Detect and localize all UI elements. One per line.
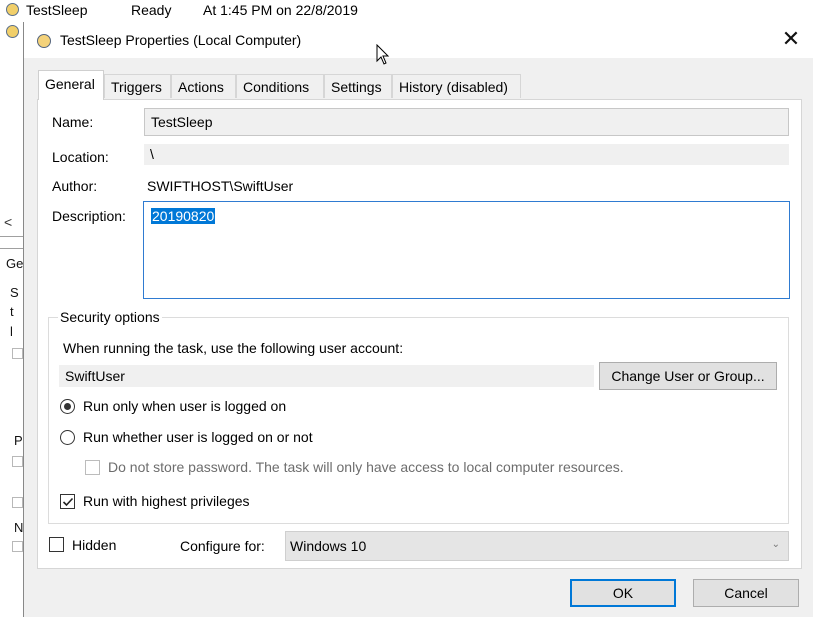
location-label: Location: [52,149,109,165]
chevron-down-icon: ⌄ [771,539,780,550]
clock-icon [37,34,51,48]
tab-conditions[interactable]: Conditions [236,74,324,98]
task-name: TestSleep [26,2,88,18]
clock-icon [6,25,19,38]
tab-actions[interactable]: Actions [171,74,236,98]
background-text: S [10,285,19,300]
radio-whether-logged-on-label[interactable]: Run whether user is logged on or not [83,429,313,445]
configure-for-dropdown[interactable]: Windows 10 ⌄ [285,531,789,561]
task-status: Ready [131,2,172,18]
clock-icon [6,3,19,16]
properties-dialog: TestSleep Properties (Local Computer) ✕ … [23,22,813,617]
location-field[interactable]: \ [144,144,789,165]
radio-selected-dot [64,403,71,410]
highest-privileges-checkbox[interactable] [60,494,75,509]
background-text: N [14,520,24,535]
user-account-field[interactable]: SwiftUser [59,365,594,387]
cancel-button[interactable]: Cancel [693,579,799,607]
author-value[interactable]: SWIFTHOST\SwiftUser [147,178,293,194]
background-checkbox[interactable] [12,348,23,359]
tab-history[interactable]: History (disabled) [392,74,521,98]
name-field[interactable]: TestSleep [144,108,789,136]
background-text: t [10,304,14,319]
title-bar[interactable]: TestSleep Properties (Local Computer) ✕ [24,22,813,58]
tab-triggers[interactable]: Triggers [104,74,171,98]
description-text: 20190820 [151,208,216,224]
background-text: P [14,433,23,448]
scroll-left-button[interactable]: < [4,214,12,230]
description-field[interactable]: 20190820 [143,201,790,299]
close-icon[interactable]: ✕ [778,28,804,52]
radio-logged-on[interactable] [60,399,75,414]
radio-logged-on-label[interactable]: Run only when user is logged on [83,398,286,414]
task-trigger: At 1:45 PM on 22/8/2019 [203,2,358,18]
tab-settings[interactable]: Settings [324,74,392,98]
tab-general[interactable]: General [38,70,104,100]
checkmark-icon [62,497,74,507]
name-label: Name: [52,114,94,130]
highest-privileges-label[interactable]: Run with highest privileges [83,493,250,509]
account-prompt: When running the task, use the following… [63,340,404,356]
background-tab-general[interactable]: Ge [6,256,23,271]
background-checkbox[interactable] [12,456,23,467]
background-checkbox[interactable] [12,541,23,552]
no-store-password-label[interactable]: Do not store password. The task will onl… [108,459,624,475]
security-options-title: Security options [58,309,162,325]
divider [0,236,24,237]
configure-for-label: Configure for: [180,538,265,554]
configure-for-value: Windows 10 [290,538,367,554]
background-checkbox[interactable] [12,497,23,508]
change-user-button[interactable]: Change User or Group... [599,362,777,390]
dialog-title: TestSleep Properties (Local Computer) [60,32,302,48]
divider [0,248,24,249]
background-text: l [10,324,13,339]
radio-whether-logged-on[interactable] [60,430,75,445]
hidden-label[interactable]: Hidden [72,537,116,553]
mouse-cursor-icon [376,44,390,65]
author-label: Author: [52,178,98,194]
description-label: Description: [52,208,126,224]
hidden-checkbox[interactable] [49,537,64,552]
ok-button[interactable]: OK [570,579,676,607]
background-task-row[interactable]: TestSleep Ready At 1:45 PM on 22/8/2019 [0,0,813,22]
no-store-password-checkbox[interactable] [85,460,100,475]
